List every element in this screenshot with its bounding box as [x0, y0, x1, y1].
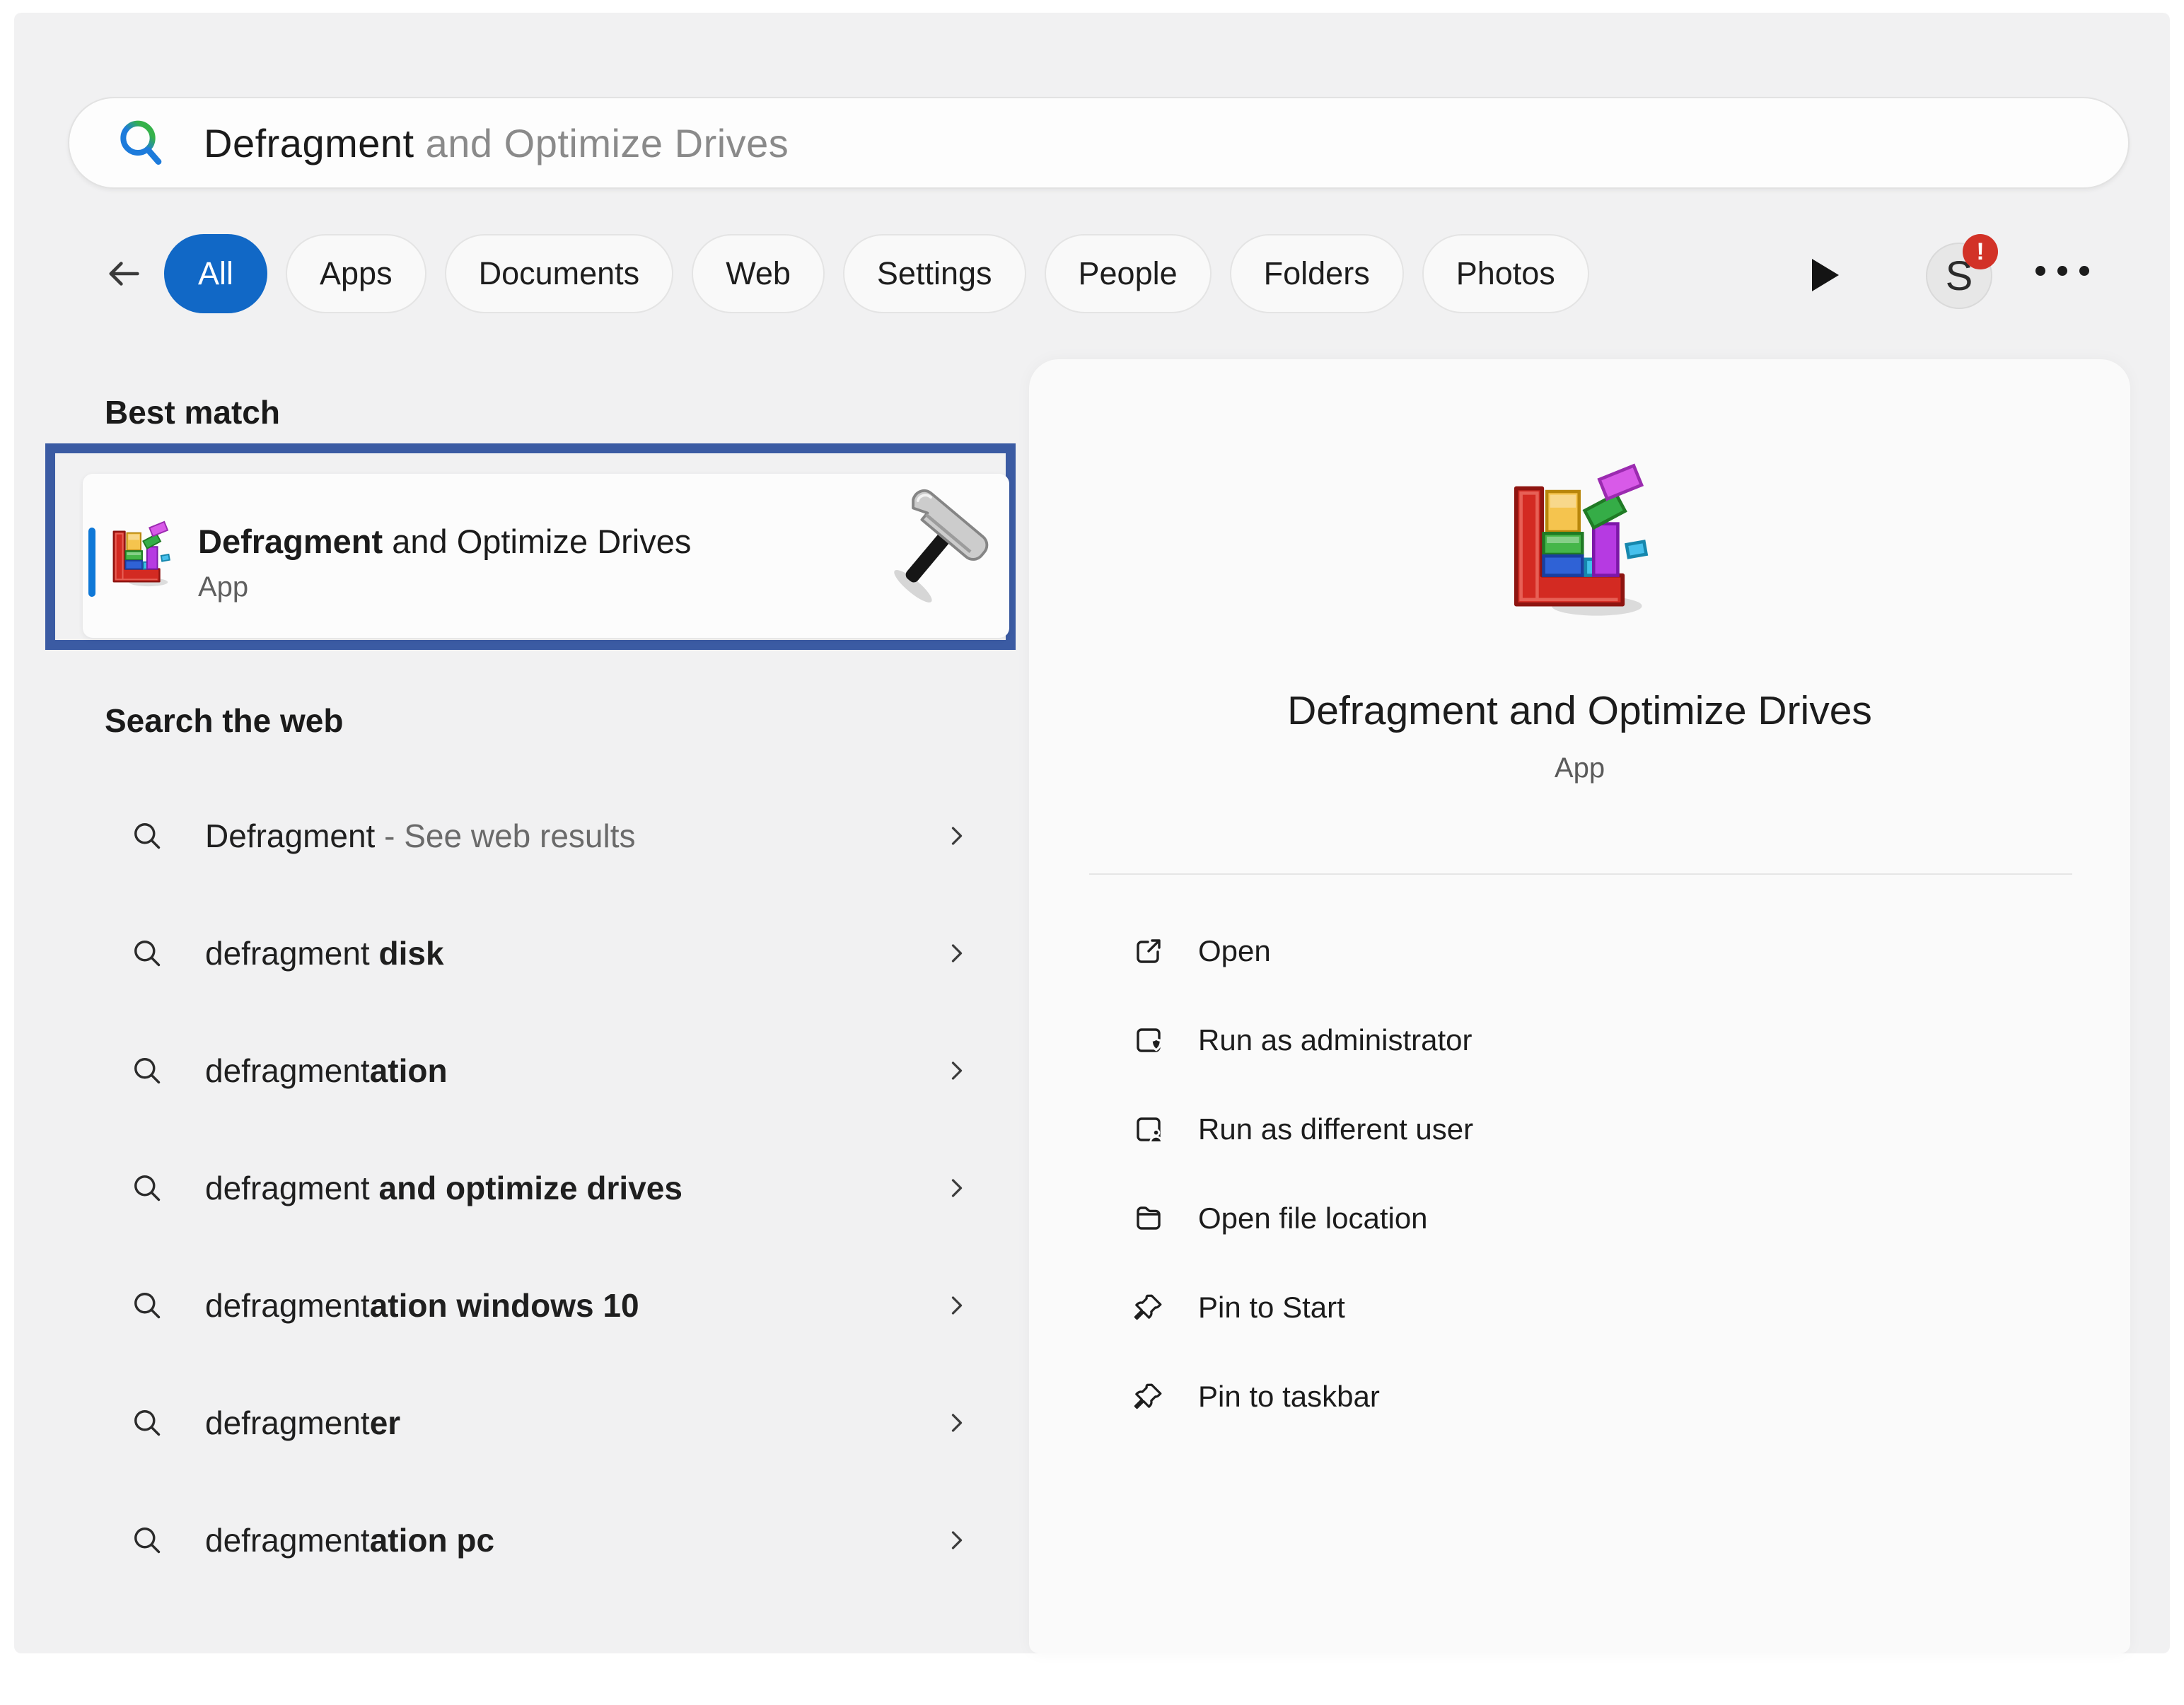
suggestion-text: defragmentation	[205, 1052, 941, 1090]
search-icon	[113, 115, 170, 171]
search-icon	[129, 1287, 165, 1324]
chevron-right-icon	[941, 1055, 972, 1086]
suggestion-text: defragmentation pc	[205, 1521, 941, 1559]
show-more-filters-icon[interactable]	[1812, 259, 1839, 291]
search-icon	[129, 1404, 165, 1441]
search-completion-text: and Optimize Drives	[414, 121, 789, 165]
action-open-file-location[interactable]: Open file location	[1132, 1187, 1473, 1250]
filter-tab-folders[interactable]: Folders	[1230, 234, 1404, 313]
defrag-app-icon-large	[1500, 462, 1661, 624]
suggestion-text: defragment disk	[205, 934, 941, 972]
best-match-heading: Best match	[105, 393, 280, 431]
web-suggestion-row[interactable]: defragment and optimize drives	[92, 1153, 980, 1223]
windows-search-screen: Defragment and Optimize Drives All Apps …	[0, 0, 2184, 1705]
annotation-box: Defragment and Optimize Drives App	[45, 443, 1016, 650]
action-open[interactable]: Open	[1132, 919, 1473, 983]
chevron-right-icon	[941, 1407, 972, 1438]
filter-tab-web[interactable]: Web	[692, 234, 825, 313]
back-button[interactable]	[99, 249, 149, 298]
chevron-right-icon	[941, 1525, 972, 1556]
action-label: Open file location	[1198, 1201, 1428, 1235]
search-the-web-heading: Search the web	[105, 702, 343, 740]
more-options-icon[interactable]	[2035, 266, 2089, 276]
defrag-app-icon	[107, 520, 176, 590]
filter-tab-documents[interactable]: Documents	[445, 234, 674, 313]
search-icon	[129, 1522, 165, 1559]
account-alert-badge: !	[1963, 234, 1998, 269]
best-match-title: Defragment and Optimize Drives	[198, 522, 691, 561]
web-suggestion-row[interactable]: defragmentation pc	[92, 1505, 980, 1576]
web-suggestion-row[interactable]: defragment disk	[92, 918, 980, 989]
search-query-text: Defragment and Optimize Drives	[204, 120, 789, 166]
selection-indicator	[88, 528, 95, 597]
filter-tab-photos[interactable]: Photos	[1422, 234, 1589, 313]
search-typed-text: Defragment	[204, 121, 414, 165]
run-as-different-user-icon	[1132, 1112, 1166, 1146]
suggestion-text: defragment and optimize drives	[205, 1169, 941, 1207]
filter-tab-people[interactable]: People	[1045, 234, 1212, 313]
action-label: Run as different user	[1198, 1112, 1473, 1146]
pin-icon	[1132, 1291, 1166, 1325]
action-run-as-different-user[interactable]: Run as different user	[1132, 1098, 1473, 1161]
search-icon	[129, 817, 165, 854]
filter-tab-settings[interactable]: Settings	[843, 234, 1026, 313]
run-as-admin-icon	[1132, 1023, 1166, 1057]
search-input[interactable]: Defragment and Optimize Drives	[68, 97, 2130, 189]
action-pin-to-start[interactable]: Pin to Start	[1132, 1276, 1473, 1339]
search-icon	[129, 935, 165, 972]
chevron-right-icon	[941, 938, 972, 969]
action-label: Pin to Start	[1198, 1291, 1345, 1325]
suggestion-text: Defragment - See web results	[205, 817, 941, 855]
search-icon	[129, 1170, 165, 1206]
best-match-title-bold: Defragment	[198, 523, 383, 560]
web-suggestion-row[interactable]: defragmentation windows 10	[92, 1270, 980, 1341]
filter-tab-apps[interactable]: Apps	[286, 234, 426, 313]
action-label: Open	[1198, 934, 1271, 968]
preview-panel: Defragment and Optimize Drives App Open …	[1029, 359, 2130, 1653]
action-label: Run as administrator	[1198, 1023, 1473, 1057]
best-match-type: App	[198, 571, 248, 603]
preview-title: Defragment and Optimize Drives	[1029, 687, 2130, 734]
web-suggestion-row[interactable]: defragmenter	[92, 1387, 980, 1458]
search-icon	[129, 1052, 165, 1089]
filter-tabs: All Apps Documents Web Settings People F…	[99, 232, 1608, 315]
folder-icon	[1132, 1201, 1166, 1235]
action-pin-to-taskbar[interactable]: Pin to taskbar	[1132, 1365, 1473, 1428]
account-badge-text: !	[1976, 238, 1984, 266]
web-suggestion-row[interactable]: defragmentation	[92, 1035, 980, 1106]
divider	[1089, 873, 2072, 875]
suggestion-text: defragmentation windows 10	[205, 1286, 941, 1325]
preview-type: App	[1029, 752, 2130, 784]
chevron-right-icon	[941, 1290, 972, 1321]
web-suggestion-row[interactable]: Defragment - See web results	[92, 801, 980, 871]
suggestion-text: defragmenter	[205, 1404, 941, 1442]
pin-icon	[1132, 1380, 1166, 1414]
action-list: Open Run as administrator Run as differe…	[1132, 919, 1473, 1428]
back-arrow-icon	[103, 253, 144, 294]
open-icon	[1132, 934, 1166, 968]
best-match-result[interactable]: Defragment and Optimize Drives App	[83, 474, 1009, 638]
action-run-as-administrator[interactable]: Run as administrator	[1132, 1008, 1473, 1072]
chevron-right-icon	[941, 820, 972, 851]
best-match-title-rest: and Optimize Drives	[383, 523, 691, 560]
filter-tab-all[interactable]: All	[164, 234, 267, 313]
action-label: Pin to taskbar	[1198, 1380, 1380, 1414]
hammer-cursor-icon	[868, 487, 999, 617]
chevron-right-icon	[941, 1172, 972, 1204]
